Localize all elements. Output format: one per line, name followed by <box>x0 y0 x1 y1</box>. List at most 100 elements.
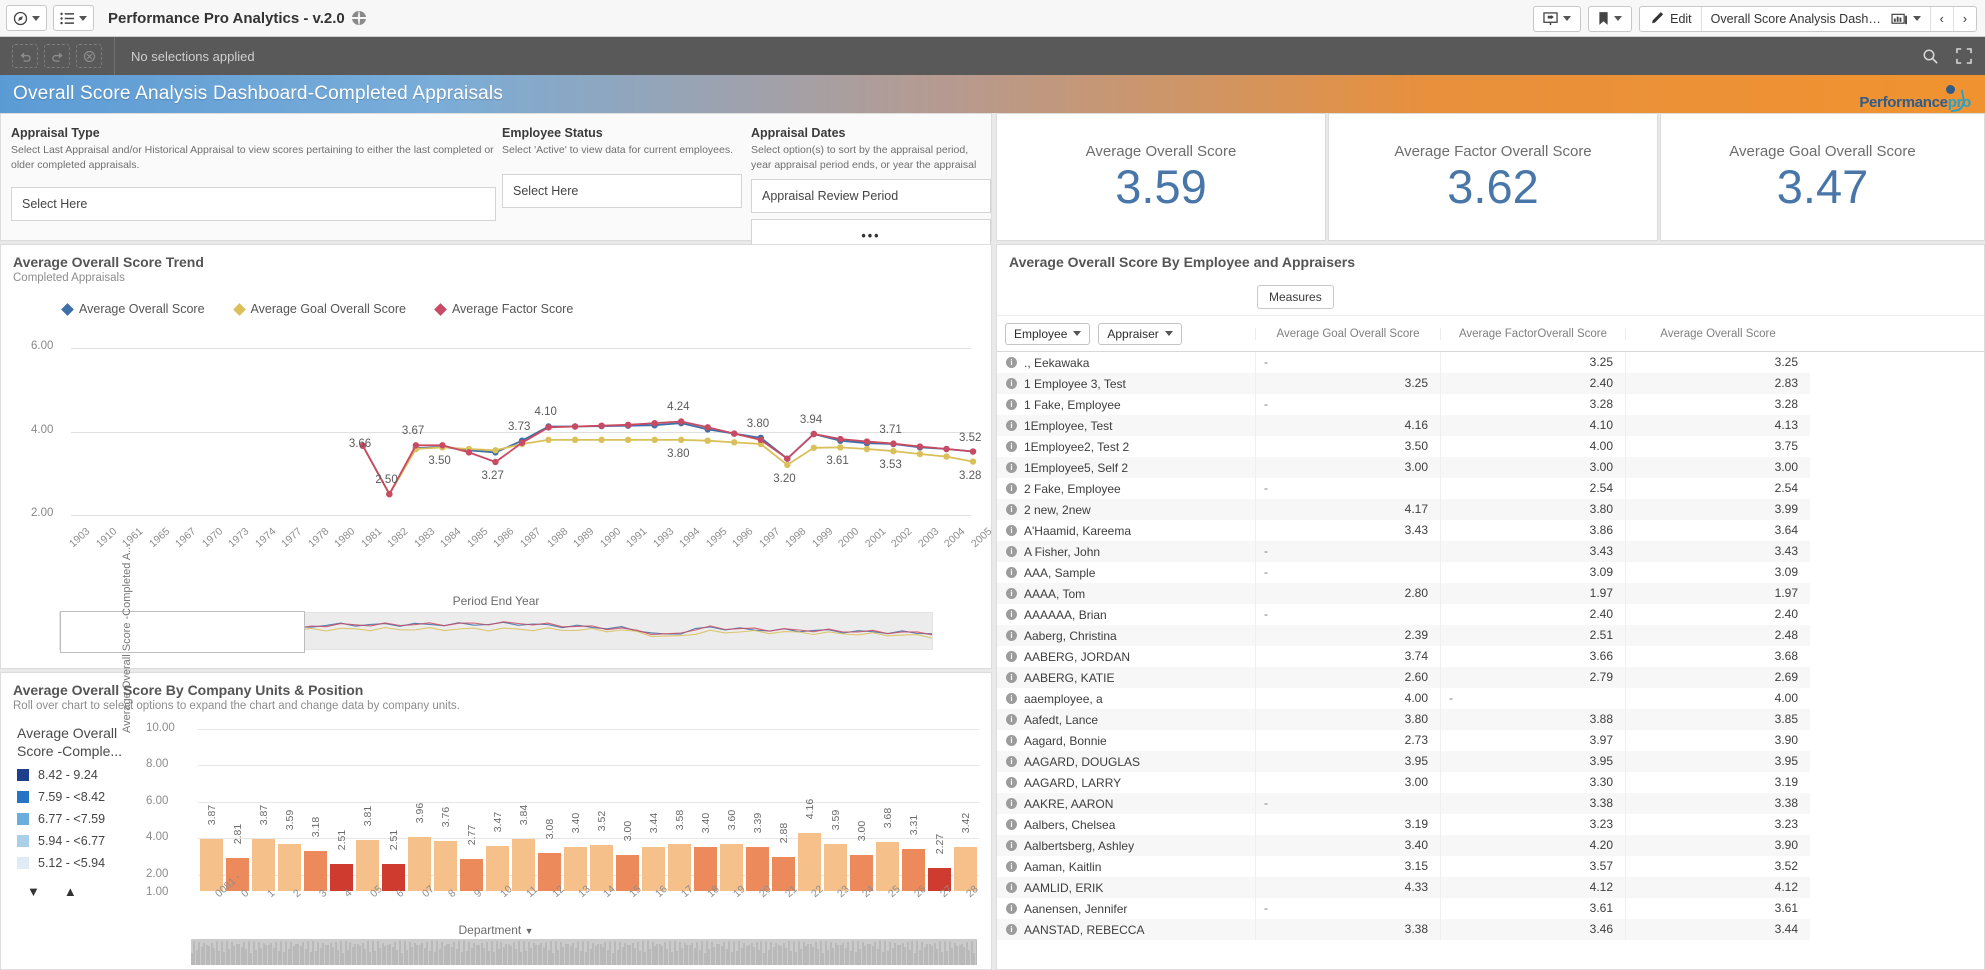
redo-selection-button[interactable] <box>44 44 70 68</box>
bar-legend-item[interactable]: 7.59 - <8.42 <box>17 790 157 804</box>
cell-employee-name[interactable]: iAAGARD, DOUGLAS <box>997 751 1255 772</box>
bar-item[interactable]: 3.59 <box>278 729 301 891</box>
cell-goal-score[interactable]: - <box>1255 793 1440 814</box>
bar-item[interactable]: 3.60 <box>720 729 743 891</box>
bar[interactable] <box>252 839 275 891</box>
cell-overall-score[interactable]: 3.64 <box>1625 520 1810 541</box>
cell-overall-score[interactable]: 3.75 <box>1625 436 1810 457</box>
table-row[interactable]: iAAAAAA, Brian-2.402.40 <box>997 604 1984 625</box>
table-row[interactable]: iAafedt, Lance3.803.883.85 <box>997 709 1984 730</box>
cell-factor-score[interactable]: 4.20 <box>1440 835 1625 856</box>
trend-chart-panel[interactable]: Average Overall Score Trend Completed Ap… <box>0 244 992 669</box>
bar-chart-plot[interactable]: 10.008.006.004.002.001.003.872.813.873.5… <box>146 729 979 891</box>
cell-overall-score[interactable]: 3.52 <box>1625 856 1810 877</box>
bar-item[interactable]: 3.44 <box>642 729 665 891</box>
cell-overall-score[interactable]: 3.23 <box>1625 814 1810 835</box>
current-sheet-selector[interactable]: Overall Score Analysis Dashboa... <box>1702 7 1931 31</box>
bar[interactable] <box>382 864 405 892</box>
table-row[interactable]: iAANSTAD, REBECCA3.383.463.44 <box>997 919 1984 940</box>
bar-item[interactable]: 3.40 <box>694 729 717 891</box>
cell-employee-name[interactable]: iaaemployee, a <box>997 688 1255 709</box>
bar-item[interactable]: 3.18 <box>304 729 327 891</box>
info-icon[interactable]: i <box>1006 693 1017 704</box>
cell-goal-score[interactable]: 3.19 <box>1255 814 1440 835</box>
bar-item[interactable]: 3.68 <box>876 729 899 891</box>
cell-goal-score[interactable]: 3.95 <box>1255 751 1440 772</box>
bar[interactable] <box>330 864 353 892</box>
cell-overall-score[interactable]: 3.44 <box>1625 919 1810 940</box>
cell-employee-name[interactable]: iAagard, Bonnie <box>997 730 1255 751</box>
table-row[interactable]: iAAKRE, AARON-3.383.38 <box>997 793 1984 814</box>
appraisal-dates-select[interactable]: Appraisal Review Period <box>751 179 991 213</box>
cell-goal-score[interactable]: - <box>1255 478 1440 499</box>
cell-overall-score[interactable]: 3.28 <box>1625 394 1810 415</box>
cell-overall-score[interactable]: 3.68 <box>1625 646 1810 667</box>
cell-goal-score[interactable]: 2.80 <box>1255 583 1440 604</box>
bar-chart-x-axis-caption[interactable]: Department ▼ <box>1 923 991 937</box>
info-icon[interactable]: i <box>1006 567 1017 578</box>
info-icon[interactable]: i <box>1006 630 1017 641</box>
column-header-goal-score[interactable]: Average Goal Overall Score <box>1255 328 1440 340</box>
cell-goal-score[interactable]: 4.33 <box>1255 877 1440 898</box>
bar-item[interactable]: 2.88 <box>772 729 795 891</box>
cell-factor-score[interactable]: 3.30 <box>1440 772 1625 793</box>
cell-employee-name[interactable]: i2 Fake, Employee <box>997 478 1255 499</box>
bar-legend-item[interactable]: 6.77 - <7.59 <box>17 812 157 826</box>
info-icon[interactable]: i <box>1006 756 1017 767</box>
legend-item[interactable]: Average Goal Overall Score <box>235 302 406 316</box>
info-icon[interactable]: i <box>1006 504 1017 515</box>
bar-legend-item[interactable]: 5.94 - <6.77 <box>17 834 157 848</box>
cell-overall-score[interactable]: 2.83 <box>1625 373 1810 394</box>
cell-employee-name[interactable]: iAAGARD, LARRY <box>997 772 1255 793</box>
cell-employee-name[interactable]: iAANSTAD, REBECCA <box>997 919 1255 940</box>
cell-factor-score[interactable]: 3.43 <box>1440 541 1625 562</box>
cell-overall-score[interactable]: 3.95 <box>1625 751 1810 772</box>
info-icon[interactable]: i <box>1006 924 1017 935</box>
cell-factor-score[interactable]: 2.79 <box>1440 667 1625 688</box>
cell-employee-name[interactable]: i1 Fake, Employee <box>997 394 1255 415</box>
bar-item[interactable]: 3.59 <box>824 729 847 891</box>
cell-goal-score[interactable]: 3.50 <box>1255 436 1440 457</box>
cell-overall-score[interactable]: 3.19 <box>1625 772 1810 793</box>
info-icon[interactable]: i <box>1006 609 1017 620</box>
info-icon[interactable]: i <box>1006 840 1017 851</box>
bar-item[interactable]: 3.39 <box>746 729 769 891</box>
cell-employee-name[interactable]: iAafedt, Lance <box>997 709 1255 730</box>
navigation-menu-button[interactable] <box>6 5 47 31</box>
cell-goal-score[interactable]: - <box>1255 394 1440 415</box>
cell-goal-score[interactable]: - <box>1255 562 1440 583</box>
previous-sheet-button[interactable]: ‹ <box>1931 7 1954 31</box>
cell-goal-score[interactable]: - <box>1255 541 1440 562</box>
cell-employee-name[interactable]: iAalbers, Chelsea <box>997 814 1255 835</box>
cell-goal-score[interactable]: 4.00 <box>1255 688 1440 709</box>
bar-item[interactable]: 3.76 <box>434 729 457 891</box>
bar-item[interactable]: 2.51 <box>330 729 353 891</box>
cell-employee-name[interactable]: i1Employee, Test <box>997 415 1255 436</box>
cell-employee-name[interactable]: i2 new, 2new <box>997 499 1255 520</box>
cell-overall-score[interactable]: 3.00 <box>1625 457 1810 478</box>
bar-item[interactable]: 2.51 <box>382 729 405 891</box>
table-row[interactable]: iAanensen, Jennifer-3.613.61 <box>997 898 1984 919</box>
legend-item[interactable]: Average Factor Score <box>436 302 573 316</box>
cell-overall-score[interactable]: 3.90 <box>1625 835 1810 856</box>
cell-goal-score[interactable]: 3.40 <box>1255 835 1440 856</box>
info-icon[interactable]: i <box>1006 714 1017 725</box>
cell-overall-score[interactable]: 3.09 <box>1625 562 1810 583</box>
cell-factor-score[interactable]: 3.23 <box>1440 814 1625 835</box>
appraisal-type-select[interactable]: Select Here <box>11 187 496 221</box>
info-icon[interactable]: i <box>1006 378 1017 389</box>
info-icon[interactable]: i <box>1006 483 1017 494</box>
bar-item[interactable]: 3.00 <box>616 729 639 891</box>
cell-employee-name[interactable]: iAAAA, Tom <box>997 583 1255 604</box>
table-row[interactable]: i1 Fake, Employee-3.283.28 <box>997 394 1984 415</box>
cell-goal-score[interactable]: 3.38 <box>1255 919 1440 940</box>
cell-overall-score[interactable]: 1.97 <box>1625 583 1810 604</box>
cell-employee-name[interactable]: iA'Haamid, Kareema <box>997 520 1255 541</box>
legend-item[interactable]: Average Overall Score <box>63 302 205 316</box>
table-row[interactable]: i1 Employee 3, Test3.252.402.83 <box>997 373 1984 394</box>
sort-up-icon[interactable]: ▲ <box>64 884 77 899</box>
cell-employee-name[interactable]: i1Employee2, Test 2 <box>997 436 1255 457</box>
cell-factor-score[interactable]: 3.95 <box>1440 751 1625 772</box>
cell-employee-name[interactable]: iAaberg, Christina <box>997 625 1255 646</box>
table-row[interactable]: i2 Fake, Employee-2.542.54 <box>997 478 1984 499</box>
